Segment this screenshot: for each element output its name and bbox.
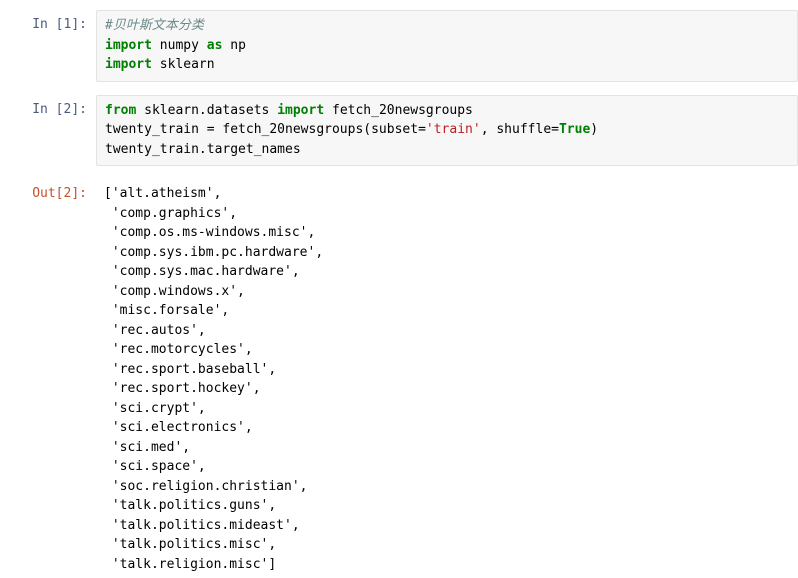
- output-line: 'soc.religion.christian',: [104, 478, 308, 494]
- output-line: 'sci.crypt',: [104, 400, 206, 416]
- output-prompt-label[interactable]: Out[2]:: [0, 179, 96, 204]
- output-line: 'talk.politics.mideast',: [104, 517, 300, 533]
- code-line: from sklearn.datasets import fetch_20new…: [105, 101, 791, 121]
- output-line: 'talk.politics.misc',: [104, 537, 277, 552]
- code-cell: In [1]: #贝叶斯文本分类 import numpy as np import …: [0, 10, 798, 82]
- output-line: ['alt.atheism',: [104, 186, 222, 201]
- token-plain: fetch_20newsgroups: [324, 102, 473, 118]
- token-plain: numpy: [151, 37, 207, 53]
- token-plain: twenty_train = fetch_20newsgroups(subset…: [105, 122, 426, 137]
- token-keyword: import: [277, 102, 325, 118]
- output-line: 'rec.sport.baseball',: [104, 361, 277, 377]
- code-editor[interactable]: from sklearn.datasets import fetch_20new…: [96, 94, 798, 166]
- token-keyword: import: [105, 37, 152, 53]
- output-line: 'comp.os.ms-windows.misc',: [104, 225, 316, 240]
- output-line: 'rec.autos',: [104, 322, 206, 338]
- token-comment: #贝叶斯文本分类: [105, 18, 204, 33]
- output-line: 'comp.sys.ibm.pc.hardware',: [104, 244, 324, 260]
- input-prompt-label[interactable]: In [2]:: [0, 95, 96, 120]
- token-keyword: as: [206, 37, 223, 53]
- output-line: 'comp.sys.mac.hardware',: [104, 264, 300, 279]
- output-line: 'sci.med',: [104, 439, 191, 455]
- token-keyword: import: [105, 57, 152, 72]
- token-keyword: True: [558, 122, 591, 137]
- output-line: 'rec.sport.hockey',: [104, 381, 261, 396]
- input-prompt-label[interactable]: In [1]:: [0, 10, 96, 35]
- output-line: 'talk.politics.guns',: [104, 498, 277, 513]
- token-string: 'train': [425, 122, 481, 137]
- output-line: 'talk.religion.misc']: [104, 556, 277, 572]
- output-line: 'comp.graphics',: [104, 205, 238, 221]
- token-plain: ): [590, 122, 599, 137]
- notebook-container: In [1]: #贝叶斯文本分类 import numpy as np import …: [0, 0, 798, 574]
- code-cell: In [2]: from sklearn.datasets import fetc…: [0, 94, 798, 166]
- code-line: #贝叶斯文本分类: [105, 16, 791, 36]
- code-editor[interactable]: #贝叶斯文本分类 import numpy as np import sklearn: [96, 10, 798, 82]
- token-plain: np: [222, 37, 246, 53]
- output-line: 'rec.motorcycles',: [104, 342, 253, 357]
- output-line: 'misc.forsale',: [104, 303, 230, 318]
- output-text: ['alt.atheism', 'comp.graphics', 'comp.o…: [96, 179, 798, 574]
- token-plain: sklearn.datasets: [136, 102, 278, 118]
- code-line: twenty_train.target_names: [105, 140, 791, 160]
- output-cell: Out[2]: ['alt.atheism', 'comp.graphics', …: [0, 179, 798, 574]
- code-line: import sklearn: [105, 55, 791, 75]
- output-line: 'sci.electronics',: [104, 420, 253, 435]
- token-plain: sklearn: [151, 57, 215, 72]
- token-keyword: from: [105, 102, 137, 118]
- token-plain: , shuffle=: [480, 122, 559, 137]
- code-line: twenty_train = fetch_20newsgroups(subset…: [105, 120, 791, 140]
- output-line: 'sci.space',: [104, 459, 206, 474]
- output-line: 'comp.windows.x',: [104, 283, 245, 299]
- code-line: import numpy as np: [105, 36, 791, 56]
- token-plain: twenty_train.target_names: [105, 141, 301, 157]
